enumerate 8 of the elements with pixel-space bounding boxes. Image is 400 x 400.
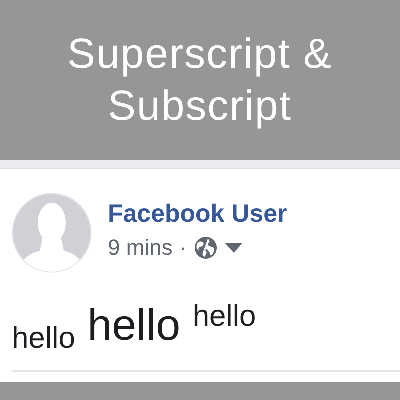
separator-dot: ·	[180, 235, 188, 261]
author-link[interactable]: Facebook User	[108, 199, 288, 229]
banner-title: Superscript & Subscript	[66, 29, 334, 131]
post-time[interactable]: 9 mins	[108, 235, 173, 261]
globe-icon	[194, 236, 218, 260]
avatar-icon	[12, 193, 92, 273]
post-text: $_{hello}$ hello $^{hello}$	[12, 299, 258, 357]
caret-icon[interactable]	[225, 243, 244, 253]
